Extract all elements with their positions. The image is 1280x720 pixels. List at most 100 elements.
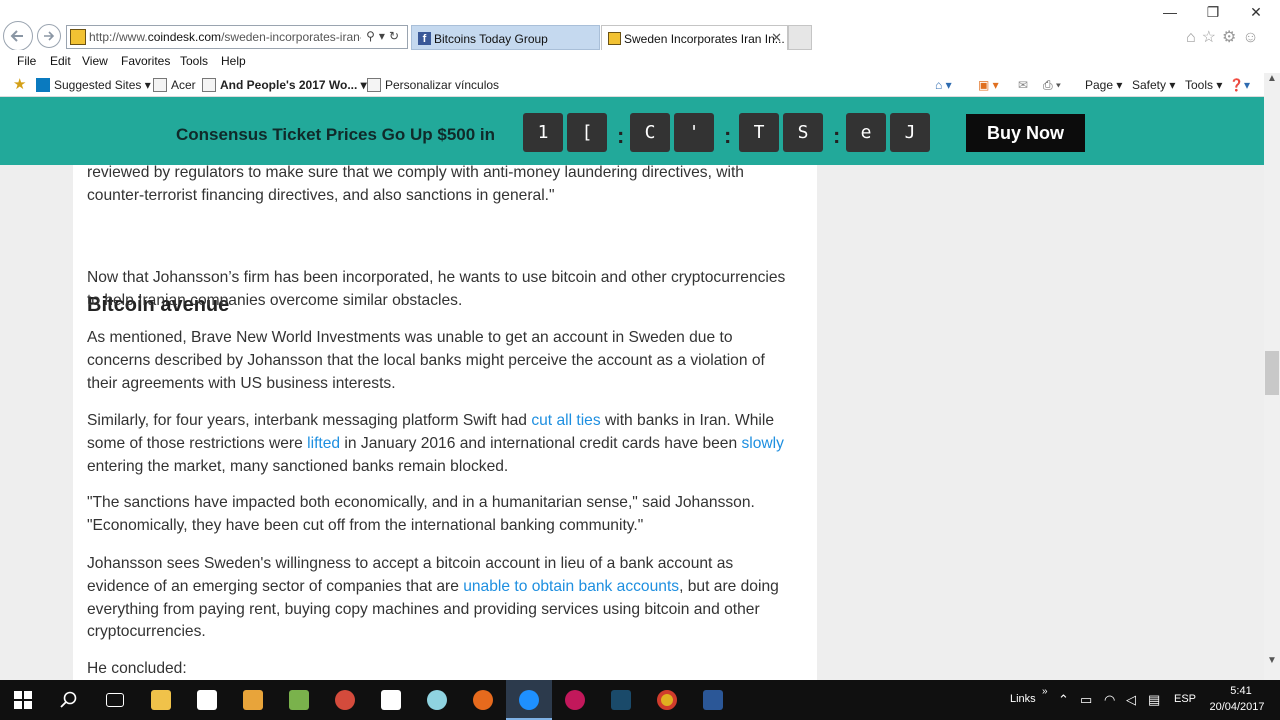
article-paragraph: As mentioned, Brave New World Investment… bbox=[87, 329, 765, 392]
taskbar-app-x[interactable] bbox=[598, 680, 644, 720]
taskbar-media-player[interactable] bbox=[230, 680, 276, 720]
address-bar[interactable]: http://www.coindesk.com/sweden-incorpora… bbox=[66, 25, 408, 49]
favorites-bar: ★ Suggested Sites ▾ Acer And People's 20… bbox=[0, 73, 1280, 97]
windows-logo-icon bbox=[14, 691, 32, 709]
start-button[interactable] bbox=[0, 680, 46, 720]
tab-label: Bitcoins Today Group bbox=[434, 32, 548, 46]
tab-sweden-article[interactable]: Sweden Incorporates Iran In... ✕ bbox=[601, 25, 788, 50]
show-hidden-icons[interactable]: ⌃ bbox=[1058, 692, 1069, 708]
scroll-up-icon[interactable]: ▲ bbox=[1264, 73, 1280, 87]
menu-tools[interactable]: Tools bbox=[180, 54, 208, 68]
word-icon bbox=[703, 690, 723, 710]
page-menu[interactable]: Page ▾ bbox=[1085, 78, 1122, 92]
fav-personalizar[interactable]: Personalizar vínculos bbox=[367, 78, 499, 92]
search-refresh-icons[interactable]: ⚲▾↻ bbox=[366, 29, 403, 43]
taskbar-file-explorer[interactable] bbox=[138, 680, 184, 720]
browser-titlebar: http://www.coindesk.com/sweden-incorpora… bbox=[0, 0, 1280, 51]
taskbar-calculator[interactable] bbox=[368, 680, 414, 720]
globe-app-icon bbox=[427, 690, 447, 710]
link-cut-all-ties[interactable]: cut all ties bbox=[531, 412, 600, 429]
volume-icon[interactable]: ◁ bbox=[1126, 692, 1136, 708]
coindesk-tab-icon bbox=[608, 32, 621, 45]
taskbar-word[interactable] bbox=[690, 680, 736, 720]
fav-and-people[interactable]: And People's 2017 Wo... ▾ bbox=[202, 78, 367, 92]
x-app-icon bbox=[611, 690, 631, 710]
page-icon bbox=[202, 78, 216, 92]
address-url[interactable]: http://www.coindesk.com/sweden-incorpora… bbox=[89, 30, 361, 44]
restore-button[interactable]: ❐ bbox=[1193, 4, 1233, 22]
arrow-right-icon bbox=[44, 31, 55, 41]
minimize-button[interactable]: — bbox=[1150, 4, 1190, 22]
links-toolbar[interactable]: Links bbox=[1010, 693, 1036, 705]
promo-text: Consensus Ticket Prices Go Up $500 in bbox=[176, 125, 496, 144]
link-slowly[interactable]: slowly bbox=[741, 435, 783, 452]
media-player-icon bbox=[243, 690, 263, 710]
fav-suggested-sites[interactable]: Suggested Sites ▾ bbox=[36, 78, 151, 92]
notifications-icon[interactable]: ▤ bbox=[1148, 692, 1160, 708]
countdown-digit: J bbox=[890, 113, 930, 152]
taskbar-app-colors[interactable] bbox=[322, 680, 368, 720]
countdown-digit: 1 bbox=[523, 113, 563, 152]
forward-button[interactable] bbox=[37, 24, 61, 48]
safety-menu[interactable]: Safety ▾ bbox=[1132, 78, 1175, 92]
taskbar-wallapop[interactable] bbox=[552, 680, 598, 720]
search-taskbar-button[interactable] bbox=[46, 680, 92, 720]
vertical-scrollbar[interactable]: ▲ ▼ bbox=[1264, 73, 1280, 680]
link-unable-to-obtain-bank-accounts[interactable]: unable to obtain bank accounts bbox=[463, 578, 679, 595]
tab-bitcoins-today[interactable]: f Bitcoins Today Group bbox=[411, 25, 600, 50]
home-favorites-settings-icons[interactable]: ⌂☆⚙☺ bbox=[1186, 27, 1265, 47]
scroll-thumb[interactable] bbox=[1265, 351, 1279, 395]
link-lifted[interactable]: lifted bbox=[307, 435, 340, 452]
coindesk-favicon-icon bbox=[70, 29, 86, 45]
menu-file[interactable]: File bbox=[17, 54, 36, 68]
tab-label: Sweden Incorporates Iran In... bbox=[624, 32, 785, 46]
wifi-icon[interactable]: ◠ bbox=[1104, 692, 1115, 708]
search-icon bbox=[60, 691, 77, 708]
article-paragraph: Now that Johansson’s firm has been incor… bbox=[87, 269, 786, 309]
print-icon[interactable]: ⎙ ▾ bbox=[1043, 78, 1061, 93]
countdown-digit: S bbox=[783, 113, 823, 152]
taskbar-firefox[interactable] bbox=[460, 680, 506, 720]
new-tab-button[interactable] bbox=[788, 25, 812, 50]
countdown-digit: ' bbox=[674, 113, 714, 152]
task-view-button[interactable] bbox=[92, 680, 138, 720]
buy-now-button[interactable]: Buy Now bbox=[966, 114, 1085, 152]
article-paragraph: reviewed by regulators to make sure that… bbox=[87, 164, 744, 204]
colors-app-icon bbox=[335, 690, 355, 710]
favorites-star-icon[interactable]: ★ bbox=[13, 75, 26, 93]
taskbar-chrome[interactable] bbox=[644, 680, 690, 720]
help-icon[interactable]: ❓▾ bbox=[1229, 78, 1250, 92]
close-tab-icon[interactable]: ✕ bbox=[771, 30, 782, 46]
menu-favorites[interactable]: Favorites bbox=[121, 54, 170, 68]
back-button[interactable] bbox=[3, 21, 33, 51]
taskbar-app-pen[interactable] bbox=[276, 680, 322, 720]
arrow-left-icon bbox=[10, 30, 23, 42]
fav-acer[interactable]: Acer bbox=[153, 78, 196, 92]
menu-view[interactable]: View bbox=[82, 54, 108, 68]
taskbar-app-globe[interactable] bbox=[414, 680, 460, 720]
article-paragraph: He concluded: bbox=[87, 660, 187, 677]
home-icon[interactable]: ⌂ ▾ bbox=[935, 78, 952, 92]
tools-menu[interactable]: Tools ▾ bbox=[1185, 78, 1222, 92]
rss-feed-icon[interactable]: ▣ ▾ bbox=[978, 78, 999, 92]
battery-icon[interactable]: ▭ bbox=[1080, 692, 1092, 708]
taskbar-internet-explorer[interactable] bbox=[506, 680, 552, 720]
page-icon bbox=[367, 78, 381, 92]
pen-app-icon bbox=[289, 690, 309, 710]
clock-date[interactable]: 20/04/2017 bbox=[1206, 701, 1268, 713]
menu-edit[interactable]: Edit bbox=[50, 54, 71, 68]
web-page: Consensus Ticket Prices Go Up $500 in 1 … bbox=[0, 97, 1264, 680]
close-window-button[interactable]: ✕ bbox=[1236, 4, 1276, 22]
scroll-down-icon[interactable]: ▼ bbox=[1264, 655, 1280, 669]
folder-icon bbox=[151, 690, 171, 710]
article-paragraph: Similarly, for four years, interbank mes… bbox=[87, 412, 784, 475]
chevron-icon[interactable]: » bbox=[1042, 686, 1048, 697]
countdown-digit: [ bbox=[567, 113, 607, 152]
menu-help[interactable]: Help bbox=[221, 54, 246, 68]
taskbar-store[interactable] bbox=[184, 680, 230, 720]
clock-time[interactable]: 5:41 bbox=[1216, 685, 1266, 697]
input-language[interactable]: ESP bbox=[1174, 693, 1196, 705]
mail-icon[interactable]: ✉ bbox=[1018, 78, 1028, 92]
windows-taskbar: Links » ⌃ ▭ ◠ ◁ ▤ ESP 5:41 20/04/2017 bbox=[0, 680, 1280, 720]
countdown-colon: : bbox=[724, 123, 732, 148]
